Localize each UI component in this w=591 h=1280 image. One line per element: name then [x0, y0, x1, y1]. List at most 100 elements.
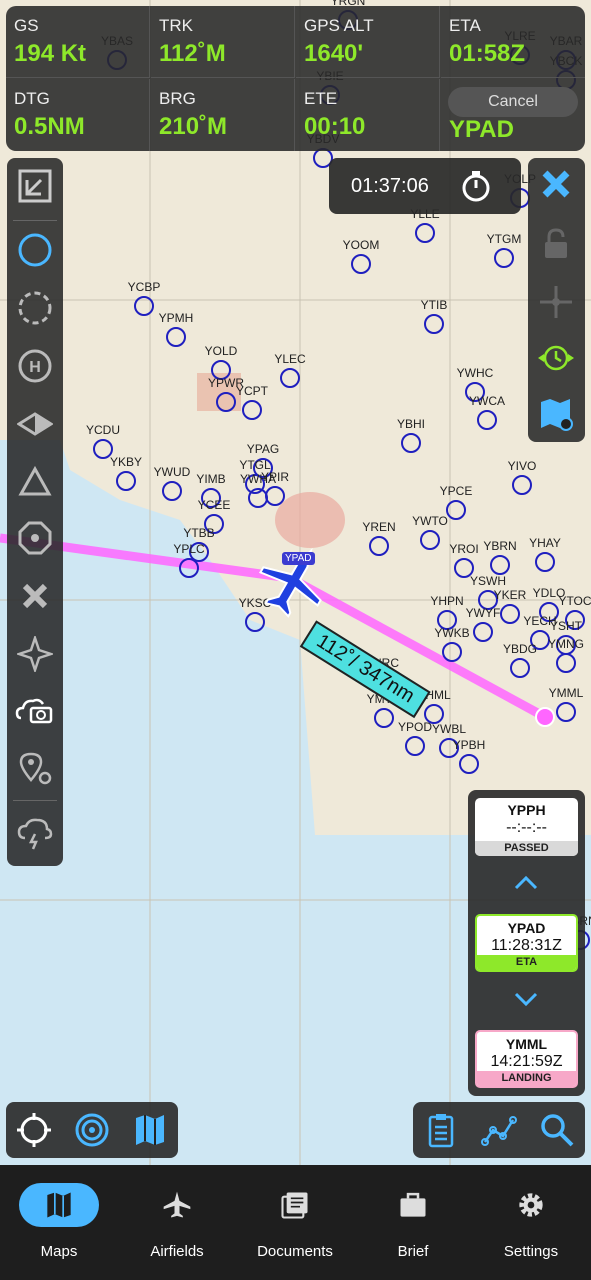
arrow-up-left-icon [18, 169, 52, 203]
map-icon [136, 1115, 164, 1145]
airfield-marker[interactable]: YLEC [274, 352, 306, 388]
route-button[interactable] [479, 1110, 519, 1150]
octagon-button[interactable] [15, 518, 55, 558]
airfield-marker[interactable]: YPWR [208, 376, 244, 412]
nav-item-airfields[interactable]: Airfields [118, 1165, 236, 1280]
brg-value: 210˚M [159, 113, 228, 140]
nav-item-documents[interactable]: Documents [236, 1165, 354, 1280]
airfield-marker[interactable]: YWTO [412, 514, 448, 550]
gps-alt-value: 1640' [304, 40, 364, 67]
waypoint-time: --:--:-- [506, 819, 547, 836]
flight-data-panel: GS 194 Kt TRK 112˚M GPS ALT 1640' ETA 01… [6, 6, 585, 151]
camera-cloud-button[interactable] [15, 690, 55, 730]
airfield-marker[interactable]: YCBP [128, 280, 160, 316]
waypoint-card-current[interactable]: YPAD 11:28:31Z ETA [475, 914, 578, 972]
airfield-marker[interactable]: YCPT [236, 384, 268, 420]
map-settings-button[interactable] [536, 394, 576, 434]
airfield-marker[interactable]: YPMH [159, 311, 193, 347]
aircraft-tag: YPAD [282, 552, 315, 565]
airfield-marker[interactable]: YTIB [421, 298, 447, 334]
dtg-value: 0.5NM [14, 113, 85, 140]
airfield-marker[interactable]: YHAY [529, 536, 561, 572]
airfield-ring-icon [179, 558, 199, 578]
nav-label: Airfields [150, 1243, 204, 1260]
x-icon [22, 583, 48, 609]
search-icon [541, 1114, 574, 1147]
place-marker-button[interactable] [15, 748, 55, 788]
airfield-marker[interactable]: YPBH [453, 738, 485, 774]
airfield-marker[interactable]: YKER [494, 588, 526, 624]
collapse-button[interactable] [15, 166, 55, 206]
waypoint-button[interactable] [15, 634, 55, 674]
airfield-marker[interactable]: YPCE [440, 484, 472, 520]
flight-timer[interactable]: 01:37:06 [329, 158, 521, 214]
waypoint-time: 14:21:59Z [490, 1053, 563, 1070]
airfield-label: YPOD [397, 720, 433, 734]
close-route-button[interactable] [536, 164, 576, 204]
airfield-marker[interactable]: YWCA [469, 394, 505, 430]
airfield-marker[interactable]: YMML [549, 686, 583, 722]
next-waypoint-button[interactable] [512, 990, 540, 1015]
flight-plan-button[interactable] [421, 1110, 461, 1150]
draw-circle-button[interactable] [15, 230, 55, 270]
airfield-marker[interactable]: YTGM [487, 232, 521, 268]
airfield-marker[interactable]: YIVO [508, 459, 536, 495]
airfield-label: YIVO [507, 459, 537, 473]
airfield-marker[interactable]: YPLC [173, 542, 205, 578]
nav-item-brief[interactable]: Brief [354, 1165, 472, 1280]
waypoint-status: LANDING [477, 1071, 576, 1086]
airfield-marker[interactable]: YPOD [398, 720, 432, 756]
airfield-marker[interactable]: YMTG [367, 692, 401, 728]
dashed-circle-button[interactable] [15, 288, 55, 328]
chevron-down-icon [514, 992, 538, 1007]
airfield-marker[interactable]: YMNG [548, 637, 584, 673]
airfield-marker[interactable]: YWUD [154, 465, 190, 501]
airfield-ring-icon [369, 536, 389, 556]
fix-button[interactable] [15, 576, 55, 616]
airfield-marker[interactable]: YBHI [397, 417, 425, 453]
weather-button[interactable] [15, 814, 55, 854]
airfield-ring-icon [556, 702, 576, 722]
airfield-ring-icon [351, 254, 371, 274]
airfield-label: YPAG [246, 442, 280, 456]
airfield-marker[interactable]: YLLE [410, 207, 440, 243]
search-button[interactable] [537, 1110, 577, 1150]
airfield-label: YCBP [127, 280, 161, 294]
timer-value: 01:37:06 [351, 174, 429, 197]
previous-waypoint-button[interactable] [512, 872, 540, 897]
airfield-label: YSHT [549, 619, 583, 633]
airfield-marker[interactable]: YKBY [110, 455, 142, 491]
timeline-button[interactable] [536, 338, 576, 378]
airfield-label: YCPT [235, 384, 269, 398]
cancel-button[interactable]: Cancel [448, 87, 578, 117]
airfield-marker[interactable]: YBRN [483, 539, 517, 575]
waypoint-card-previous[interactable]: YPPH --:--:-- PASSED [475, 798, 578, 856]
airfield-label: YCDU [85, 423, 121, 437]
center-location-button[interactable] [14, 1110, 54, 1150]
airfield-marker[interactable]: YWYF [466, 606, 500, 642]
airfield-label: YMNG [548, 637, 584, 651]
route-nodes-icon [481, 1116, 517, 1146]
airfield-label: YLEC [274, 352, 306, 366]
heliport-button[interactable]: H [15, 346, 55, 386]
dtg-label: DTG [14, 89, 50, 108]
radar-button[interactable] [72, 1110, 112, 1150]
nav-item-settings[interactable]: Settings [472, 1165, 590, 1280]
crosshair-button[interactable] [536, 282, 576, 322]
airfield-label: YPIR [260, 470, 290, 484]
map-icon [19, 1183, 99, 1227]
vor-button[interactable] [15, 404, 55, 444]
chevron-up-icon [514, 875, 538, 890]
airfield-marker[interactable]: YWKB [434, 626, 470, 662]
airfield-marker[interactable]: YBDG [503, 642, 537, 678]
location-pin-icon [19, 752, 52, 785]
map-layers-button[interactable] [130, 1110, 170, 1150]
lock-button[interactable] [536, 224, 576, 264]
airfield-marker[interactable]: YREN [362, 520, 396, 556]
triangle-button[interactable] [15, 462, 55, 502]
nav-item-maps[interactable]: Maps [0, 1165, 118, 1280]
waypoint-card-destination[interactable]: YMML 14:21:59Z LANDING [475, 1030, 578, 1088]
airfield-marker[interactable]: YPIR [261, 470, 289, 506]
airfield-ring-icon [374, 708, 394, 728]
airfield-marker[interactable]: YOOM [343, 238, 379, 274]
